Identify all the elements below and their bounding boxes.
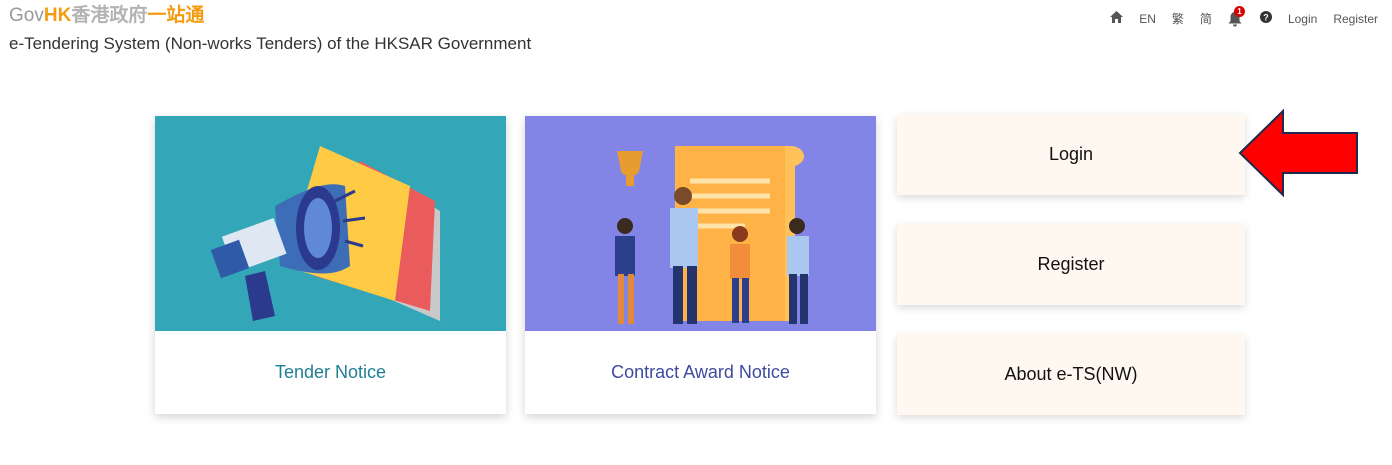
logo-cn: 香港政府 [71, 5, 148, 26]
notification-button[interactable]: 1 [1228, 5, 1245, 27]
about-button[interactable]: About e-TS(NW) [897, 334, 1245, 415]
top-navigation: EN 繁 简 1 ? Login Register [1110, 5, 1378, 27]
lang-en-link[interactable]: EN [1139, 12, 1156, 26]
megaphone-illustration [155, 116, 506, 331]
logo-hk: HK [43, 5, 72, 26]
page-subtitle: e-Tendering System (Non-works Tenders) o… [9, 34, 532, 53]
contract-award-notice-label: Contract Award Notice [611, 362, 790, 382]
red-arrow-icon [1238, 108, 1358, 198]
login-link[interactable]: Login [1288, 12, 1317, 26]
help-icon[interactable]: ? [1259, 11, 1272, 26]
logo-cn2: 一站通 [147, 5, 205, 26]
govhk-logo[interactable]: GovHK香港政府一站通 [9, 5, 204, 27]
lang-sc-link[interactable]: 简 [1200, 10, 1212, 27]
tender-notice-card[interactable]: Tender Notice [155, 116, 506, 414]
login-button[interactable]: Login [897, 114, 1245, 195]
home-icon[interactable] [1110, 11, 1124, 26]
contract-award-notice-card[interactable]: Contract Award Notice [525, 116, 876, 414]
tender-notice-label: Tender Notice [274, 362, 387, 382]
notification-badge: 1 [1233, 5, 1245, 17]
register-button[interactable]: Register [897, 224, 1245, 305]
logo-gov: Gov [9, 5, 44, 26]
register-link[interactable]: Register [1333, 12, 1378, 26]
svg-text:?: ? [1263, 13, 1269, 23]
celebration-illustration [525, 116, 876, 331]
lang-tc-link[interactable]: 繁 [1172, 10, 1184, 27]
